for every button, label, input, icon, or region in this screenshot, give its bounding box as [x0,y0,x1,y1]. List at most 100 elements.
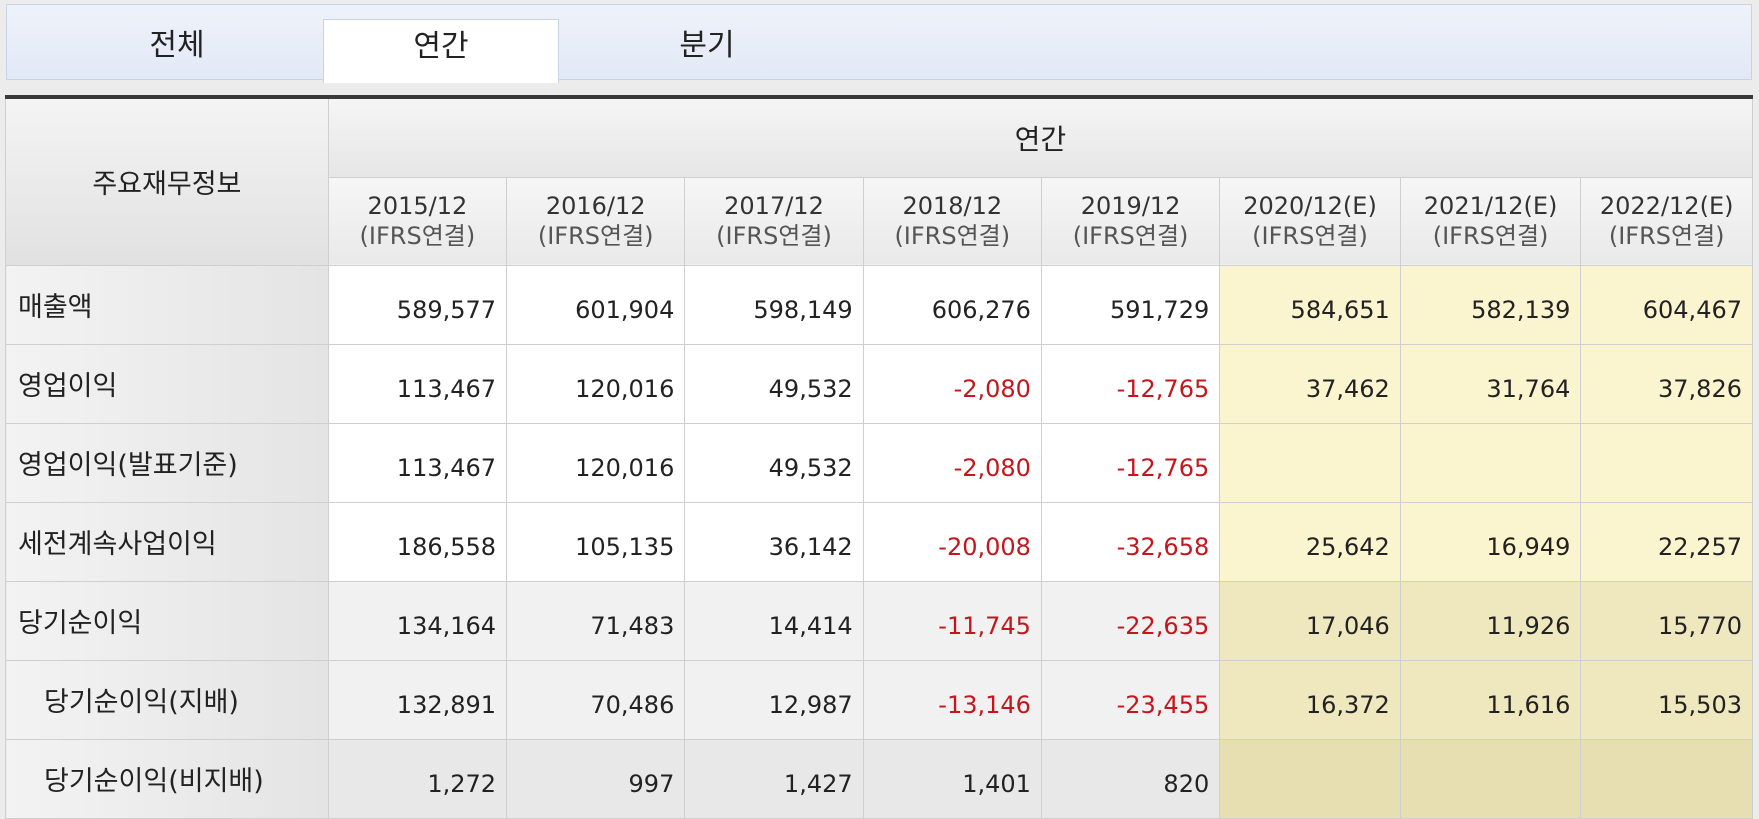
column-header-2022-12-e-: 2022/12(E) (IFRS연결) [1580,176,1753,266]
value-cell: 31,764 [1399,343,1582,424]
tab-annual[interactable]: 연간 [323,19,559,83]
row-label: 당기순이익(비지배) [5,738,329,819]
column-period: 2019/12 [1080,192,1181,220]
financial-summary-table: 주요재무정보 연간 2015/12 (IFRS연결) 2016/12 (IFRS연결)… [5,95,1754,819]
value-cell: 16,372 [1219,659,1401,740]
value-cell: 22,257 [1580,501,1753,582]
value-cell: -13,146 [862,659,1042,740]
column-period: 2016/12 [545,192,646,220]
tab-quarterly[interactable]: 분기 [597,19,817,81]
value-cell: 16,949 [1399,501,1582,582]
value-cell: 17,046 [1219,580,1401,661]
column-basis: (IFRS연결) [1432,222,1549,250]
value-cell [1219,738,1401,819]
value-cell: 120,016 [506,422,686,503]
row-label: 영업이익(발표기준) [5,422,329,503]
tab-all[interactable]: 전체 [67,19,287,81]
value-cell: -32,658 [1040,501,1221,582]
column-header-2021-12-e-: 2021/12(E) (IFRS연결) [1399,176,1582,266]
value-cell: 134,164 [327,580,508,661]
value-cell: 1,401 [862,738,1042,819]
value-cell: 820 [1040,738,1221,819]
value-cell: 601,904 [506,264,686,345]
value-cell: 25,642 [1219,501,1401,582]
value-cell: 591,729 [1040,264,1221,345]
value-cell: 584,651 [1219,264,1401,345]
column-basis: (IFRS연결) [1608,222,1725,250]
column-basis: (IFRS연결) [1072,222,1189,250]
column-period: 2022/12(E) [1599,192,1734,220]
value-cell: 49,532 [684,343,864,424]
value-cell [1580,738,1753,819]
column-basis: (IFRS연결) [894,222,1011,250]
value-cell: -12,765 [1040,343,1221,424]
value-cell [1580,422,1753,503]
value-cell: -22,635 [1040,580,1221,661]
value-cell: 598,149 [684,264,864,345]
row-header-title: 주요재무정보 [5,96,329,266]
table-row: 영업이익 113,467 120,016 49,532 -2,080 -12,765 37,… [5,343,1753,424]
table-row: 당기순이익(비지배) 1,272 997 1,427 1,401 820 [5,738,1753,819]
value-cell [1399,738,1582,819]
value-cell: 582,139 [1399,264,1582,345]
column-basis: (IFRS연결) [537,222,654,250]
value-cell: 37,826 [1580,343,1753,424]
row-label: 매출액 [5,264,329,345]
table-row: 당기순이익(지배) 132,891 70,486 12,987 -13,146 -23,4… [5,659,1753,740]
value-cell: 15,503 [1580,659,1753,740]
table-row: 영업이익(발표기준) 113,467 120,016 49,532 -2,080 -12,… [5,422,1753,503]
value-cell: 15,770 [1580,580,1753,661]
value-cell: 589,577 [327,264,508,345]
value-cell: 997 [506,738,686,819]
column-header-2017-12: 2017/12 (IFRS연결) [684,176,864,266]
value-cell [1219,422,1401,503]
value-cell: 120,016 [506,343,686,424]
value-cell [1399,422,1582,503]
column-header-2019-12: 2019/12 (IFRS연결) [1040,176,1221,266]
value-cell: 604,467 [1580,264,1753,345]
column-period: 2017/12 [724,192,824,220]
table-row: 당기순이익 134,164 71,483 14,414 -11,745 -22,635 17… [5,580,1753,661]
table-row: 세전계속사업이익 186,558 105,135 36,142 -20,008 -32,6… [5,501,1753,582]
value-cell: -20,008 [862,501,1042,582]
group-header-annual: 연간 [327,96,1754,178]
value-cell: 37,462 [1219,343,1401,424]
row-label: 세전계속사업이익 [5,501,329,582]
value-cell: 11,926 [1399,580,1582,661]
value-cell: 11,616 [1399,659,1582,740]
value-cell: 132,891 [327,659,508,740]
value-cell: 70,486 [506,659,686,740]
column-basis: (IFRS연결) [716,222,832,250]
value-cell: 186,558 [327,501,508,582]
column-basis: (IFRS연결) [1252,222,1368,250]
period-tab-bar: 전체 연간 분기 [6,4,1752,83]
value-cell: 14,414 [684,580,864,661]
value-cell: -2,080 [862,343,1042,424]
row-label: 당기순이익 [5,580,329,661]
value-cell: 36,142 [684,501,864,582]
value-cell: -11,745 [862,580,1042,661]
value-cell: 12,987 [684,659,864,740]
column-period: 2015/12 [367,192,468,220]
table-row: 매출액 589,577 601,904 598,149 606,276 591,729 58… [5,264,1753,345]
value-cell: 1,427 [684,738,864,819]
column-period: 2020/12(E) [1243,192,1377,220]
value-cell: 1,272 [327,738,508,819]
column-basis: (IFRS연결) [359,222,476,250]
value-cell: -12,765 [1040,422,1221,503]
column-header-2016-12: 2016/12 (IFRS연결) [506,176,686,266]
row-label: 당기순이익(지배) [5,659,329,740]
value-cell: 113,467 [327,422,508,503]
value-cell: 113,467 [327,343,508,424]
column-header-2015-12: 2015/12 (IFRS연결) [327,176,508,266]
value-cell: 606,276 [862,264,1042,345]
column-header-2020-12-e-: 2020/12(E) (IFRS연결) [1219,176,1401,266]
column-period: 2018/12 [902,192,1003,220]
value-cell: 105,135 [506,501,686,582]
column-header-2018-12: 2018/12 (IFRS연결) [862,176,1042,266]
value-cell: -2,080 [862,422,1042,503]
value-cell: -23,455 [1040,659,1221,740]
value-cell: 71,483 [506,580,686,661]
row-label: 영업이익 [5,343,329,424]
column-period: 2021/12(E) [1423,192,1558,220]
